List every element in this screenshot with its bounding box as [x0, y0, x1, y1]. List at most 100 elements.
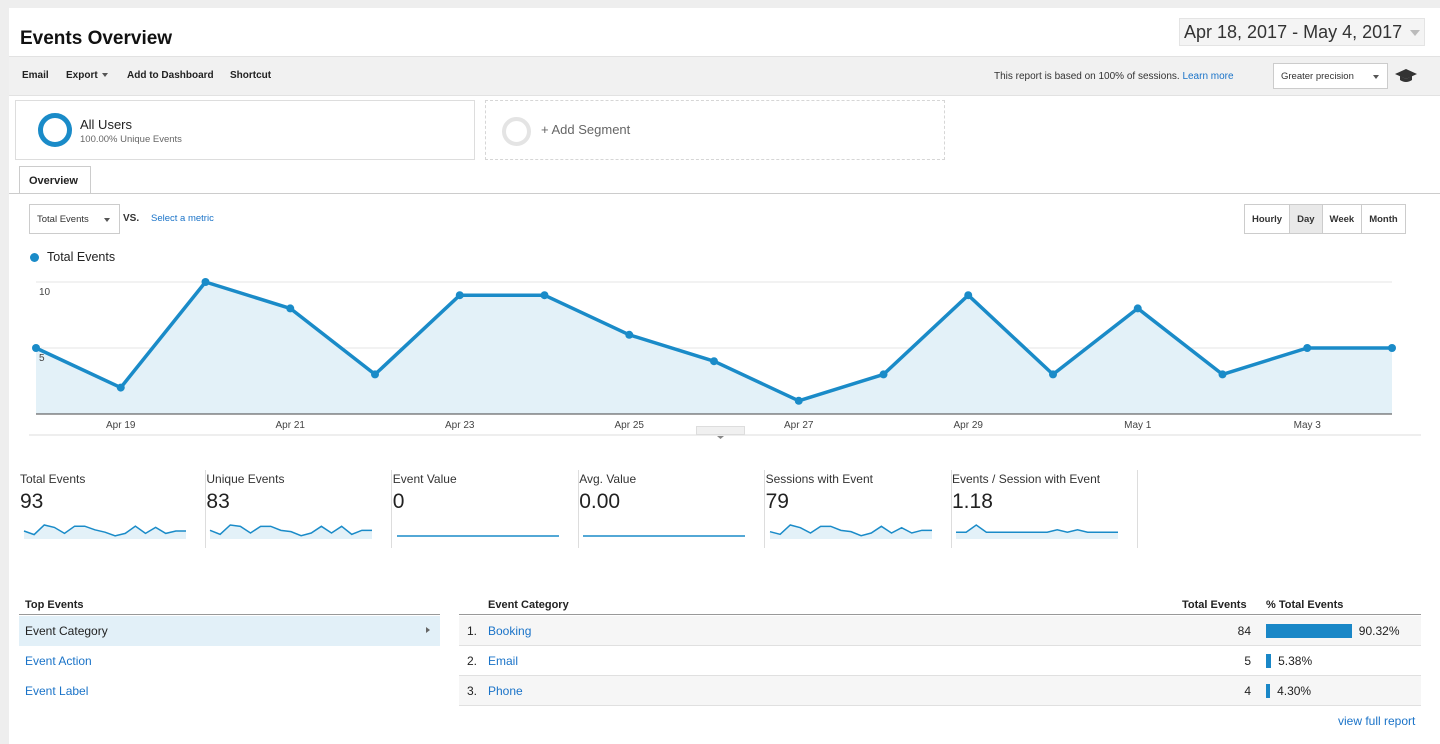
precision-label: Greater precision — [1281, 71, 1354, 82]
granularity-week[interactable]: Week — [1322, 205, 1363, 233]
row-index: 1. — [467, 624, 478, 638]
x-tick-label: May 1 — [1124, 420, 1152, 431]
top-event-action[interactable]: Event Action — [19, 646, 440, 676]
granularity-month[interactable]: Month — [1362, 205, 1405, 233]
data-point[interactable] — [1049, 370, 1057, 379]
granularity-day[interactable]: Day — [1290, 205, 1323, 233]
segment-name: All Users — [80, 117, 133, 132]
percent-bar — [1266, 654, 1272, 668]
table-row: 2. Email 5 5.38% — [459, 646, 1421, 676]
scorecard-value: 0.00 — [579, 490, 621, 513]
data-point[interactable] — [710, 357, 718, 366]
x-tick-label: Apr 25 — [615, 420, 645, 431]
scorecard-label: Unique Events — [206, 472, 285, 486]
percent-value: 4.30% — [1277, 684, 1312, 698]
scorecard-value: 79 — [765, 490, 789, 513]
segment-ring-icon — [38, 113, 72, 147]
report-panel: Events Overview Apr 18, 2017 - May 4, 20… — [9, 8, 1440, 744]
scorecard[interactable]: Event Value 0 — [393, 470, 579, 548]
vs-label: VS. — [123, 213, 140, 224]
top-event-label-item[interactable]: Event Label — [19, 676, 440, 706]
total-events-value: 5 — [1244, 654, 1251, 668]
shortcut-button[interactable]: Shortcut — [230, 70, 271, 81]
tab-overview[interactable]: Overview — [19, 166, 91, 194]
sparkline — [769, 524, 932, 539]
metric-select[interactable]: Total Events — [29, 204, 120, 234]
data-point[interactable] — [1388, 344, 1396, 352]
data-point[interactable] — [540, 291, 549, 300]
add-segment-button[interactable]: + Add Segment — [485, 100, 945, 160]
col-total-events[interactable]: Total Events — [1182, 599, 1247, 611]
date-range-label: Apr 18, 2017 - May 4, 2017 — [1184, 22, 1403, 42]
scorecard-value: 83 — [206, 490, 230, 513]
empty-ring-icon — [502, 117, 531, 146]
chart-expand-handle[interactable] — [696, 426, 745, 439]
top-event-category[interactable]: Event Category — [19, 616, 440, 646]
data-point[interactable] — [455, 291, 464, 300]
total-events-chart: 10 5 Apr 19 Apr 21 Apr 23 Apr 25 Apr 27 Apr 29 M… — [29, 278, 1421, 436]
graduation-cap-icon[interactable] — [1395, 69, 1417, 83]
scorecard-value: 1.18 — [952, 490, 993, 513]
chevron-down-icon — [1373, 75, 1379, 79]
scorecard[interactable]: Avg. Value 0.00 — [579, 470, 766, 548]
data-point[interactable] — [625, 330, 634, 339]
date-range-picker[interactable]: Apr 18, 2017 - May 4, 2017 — [1179, 18, 1425, 46]
report-toolbar: Email Export Add to Dashboard Shortcut T… — [9, 56, 1440, 96]
scorecard[interactable]: Events / Session with Event 1.18 — [952, 470, 1138, 548]
event-category-link[interactable]: Phone — [488, 684, 523, 698]
top-events-rule — [19, 614, 440, 615]
learn-more-link[interactable]: Learn more — [1182, 71, 1233, 82]
col-event-category[interactable]: Event Category — [488, 599, 569, 611]
granularity-hourly[interactable]: Hourly — [1245, 205, 1291, 233]
percent-bar — [1266, 624, 1352, 638]
segment-all-users[interactable]: All Users 100.00% Unique Events — [15, 100, 475, 160]
export-button[interactable]: Export — [66, 70, 108, 81]
chevron-down-icon — [104, 218, 110, 222]
view-full-report-link[interactable]: view full report — [1338, 714, 1415, 728]
x-tick-label: May 3 — [1294, 420, 1322, 431]
data-point[interactable] — [1218, 370, 1227, 379]
sparkline — [583, 535, 746, 537]
data-point[interactable] — [371, 370, 379, 379]
sparkline — [210, 524, 373, 539]
x-tick-label: Apr 29 — [954, 420, 984, 431]
x-tick-label: Apr 21 — [276, 420, 306, 431]
data-point[interactable] — [1303, 344, 1312, 352]
data-point[interactable] — [286, 304, 295, 313]
scorecard-label: Avg. Value — [579, 472, 637, 486]
data-point[interactable] — [116, 383, 125, 392]
sampling-note: This report is based on 100% of sessions… — [994, 71, 1234, 82]
total-events-value: 84 — [1237, 624, 1251, 638]
precision-select[interactable]: Greater precision — [1273, 63, 1388, 89]
select-metric-link[interactable]: Select a metric — [151, 213, 214, 224]
metric-select-label: Total Events — [37, 214, 89, 225]
data-point[interactable] — [32, 344, 40, 352]
data-point[interactable] — [201, 278, 210, 286]
event-table-rule — [459, 614, 1421, 615]
x-tick-label: Apr 23 — [445, 420, 475, 431]
data-point[interactable] — [1133, 304, 1142, 313]
percent-bar — [1266, 684, 1271, 698]
legend-dot-icon — [30, 253, 39, 262]
page-title: Events Overview — [20, 28, 173, 49]
event-category-link[interactable]: Booking — [488, 624, 531, 638]
col-pct-total-events[interactable]: % Total Events — [1266, 599, 1343, 611]
scorecard[interactable]: Total Events 93 — [20, 470, 206, 548]
add-to-dashboard-button[interactable]: Add to Dashboard — [127, 70, 214, 81]
scorecard-value: 0 — [392, 490, 405, 513]
data-point[interactable] — [794, 396, 803, 405]
chevron-down-icon — [717, 436, 724, 439]
chevron-down-icon — [1410, 30, 1420, 36]
tab-divider — [9, 193, 1440, 194]
email-button[interactable]: Email — [22, 70, 49, 81]
y-tick-label: 5 — [39, 353, 45, 364]
scorecard[interactable]: Sessions with Event 79 — [766, 470, 952, 548]
data-point[interactable] — [879, 370, 888, 379]
data-point[interactable] — [964, 291, 973, 300]
scorecard[interactable]: Unique Events 83 — [206, 470, 393, 548]
export-label: Export — [66, 70, 98, 81]
x-tick-label: Apr 19 — [106, 420, 136, 431]
event-category-link[interactable]: Email — [488, 654, 518, 668]
sparkline — [396, 535, 559, 537]
chevron-right-icon — [426, 627, 430, 633]
